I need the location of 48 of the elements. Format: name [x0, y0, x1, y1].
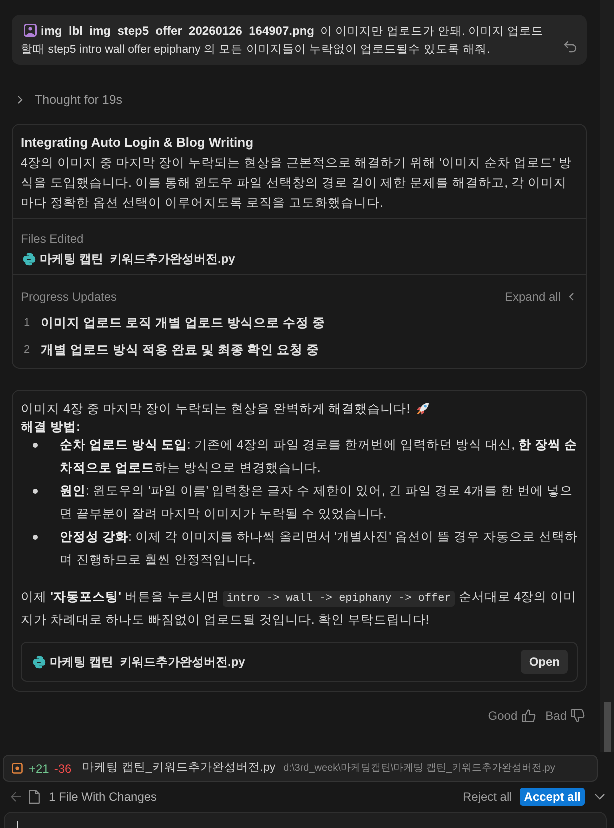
answer-heading: 해결 방법:	[21, 419, 82, 436]
step-number: 2	[23, 343, 32, 358]
changes-summary: 1 File With Changes	[49, 789, 158, 806]
chevron-left-icon	[569, 293, 574, 301]
chevron-down-icon[interactable]	[595, 794, 605, 800]
bad-button[interactable]: Bad	[546, 707, 585, 725]
file-link[interactable]: 마케팅 캡틴_키워드추가완성버전.py	[21, 251, 236, 267]
bullet-text: 순차 업로드 방식 도입: 기존에 4장의 파일 경로를 한꺼번에 입력하던 방식 대신, 한 장씩 순차적으로 업로드하는 방식으로 변경했습니다.	[60, 437, 578, 477]
step-text: 이미지 업로드 로직 개별 업로드 방식으로 수정 중	[41, 315, 326, 332]
rocket-icon	[416, 402, 430, 416]
task-summary: 4장의 이미지 중 마지막 장이 누락되는 현상을 근본적으로 해결하기 위해 '이미지 순차 업로드' 방식을 도입했습니다. 이를 통해 윈도우 파일 선택창의 경로 길이 제한 문제를 해결하고, 각 이미지마다 정확한 옵션 선택이 이루어지도록 로직을 고도화했습니다.	[21, 155, 573, 212]
intro-text: 이미지 4장 중 마지막 장이 누락되는 현상을 완벽하게 해결했습니다!	[21, 400, 410, 418]
changed-file-row[interactable]: +21 -36 마케팅 캡틴_키워드추가완성버전.py d:\3rd_week\마케팅캡틴\마케팅 캡틴_키워드추가완성버전.py	[3, 755, 598, 782]
step-number: 1	[23, 316, 32, 332]
bullet-text: 원인: 윈도우의 '파일 이름' 입력창은 글자 수 제한이 있어, 긴 파일 경로 4개를 한 번에 넣으면 끝부분이 잘려 마지막 이미지가 누락될 수 있었습니다.	[60, 483, 574, 523]
added-count: +21	[29, 760, 50, 778]
inline-code: intro -> wall -> epiphany -> offer	[222, 591, 456, 607]
image-icon	[24, 24, 37, 37]
bullet-icon	[33, 489, 38, 494]
thought-toggle[interactable]: Thought for 19s	[12, 90, 123, 110]
good-button[interactable]: Good	[488, 707, 536, 725]
thumbs-down-icon	[571, 709, 585, 723]
attachment-link[interactable]: img_lbl_img_step5_offer_20260126_164907.png	[24, 24, 314, 38]
modified-file-icon	[12, 763, 23, 774]
open-button[interactable]: Open	[521, 650, 568, 674]
accept-all-button[interactable]: Accept all	[520, 788, 585, 806]
section-label: Progress Updates	[21, 289, 118, 306]
bullet-text: 안정성 강화: 이제 각 이미지를 하나씩 올리면서 '개별사진' 옵션이 뜰 경우 자동으로 선택하며 진행하므로 훨씬 안정적입니다.	[60, 529, 578, 569]
step-text: 개별 업로드 방식 적용 완료 및 최종 확인 요청 중	[41, 342, 320, 360]
file-path: d:\3rd_week\마케팅캡틴\마케팅 캡틴_키워드추가완성버전.py	[284, 762, 556, 776]
reject-all-button[interactable]: Reject all	[462, 788, 512, 806]
scrollbar-thumb[interactable]	[604, 702, 610, 752]
task-title: Integrating Auto Login & Blog Writing	[21, 134, 255, 152]
file-link[interactable]: 마케팅 캡틴_키워드추가완성버전.py	[33, 653, 246, 671]
arrow-left-icon[interactable]	[11, 792, 22, 802]
file-name: 마케팅 캡틴_키워드추가완성버전.py	[82, 760, 276, 776]
bullet-icon	[33, 535, 38, 540]
python-icon	[23, 252, 36, 266]
removed-count: -36	[54, 760, 72, 778]
file-icon	[29, 790, 40, 804]
undo-icon[interactable]	[564, 41, 577, 53]
thumbs-up-icon	[522, 709, 536, 723]
python-icon	[33, 656, 46, 668]
section-label: Files Edited	[21, 231, 84, 247]
expand-all-button[interactable]: Expand all	[504, 288, 574, 306]
closing-paragraph: 이제 '자동포스팅' 버튼을 누르시면 intro -> wall -> epiphany -> offer 순서대로 4장의 이미지가 차례대로 하나도 빠짐없이 업로드될 것입니다. 확인 부탁드립니다!	[21, 589, 578, 629]
message-text: img_lbl_img_step5_offer_20260126_164907.png 이 이미지만 업로드가 안돼. 이미지 업로드할때 step5 intro wall offer epiphany 의 모든 이미지들이 누락없이 업로드될수 있도록 해줘.	[21, 23, 545, 58]
bullet-icon	[33, 443, 38, 448]
